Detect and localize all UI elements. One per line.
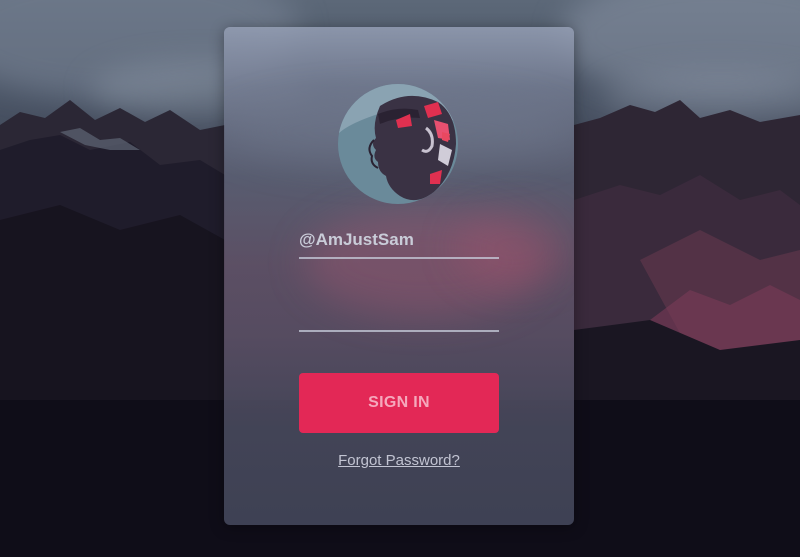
password-field[interactable] [299,300,499,332]
sign-in-button[interactable]: SIGN IN [299,373,499,433]
login-background: SIGN IN Forgot Password? [0,0,800,557]
forgot-password-link[interactable]: Forgot Password? [224,452,574,469]
avatar [338,84,458,204]
login-card: SIGN IN Forgot Password? [224,27,574,525]
username-field[interactable] [299,227,499,259]
bearded-man-portrait-icon [338,84,458,204]
